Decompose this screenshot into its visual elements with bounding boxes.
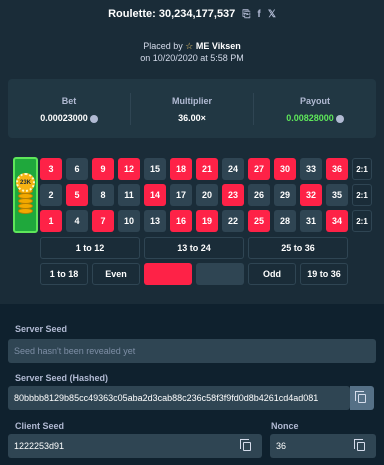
multiplier-label: Multiplier [172,96,212,106]
number-cell-32[interactable]: 32 [300,184,322,206]
number-cell-36[interactable]: 36 [326,158,348,180]
number-cell-14[interactable]: 14 [144,184,166,206]
column-bet-2[interactable]: 2:1 [352,184,372,206]
dozen-1-button[interactable]: 1 to 12 [40,237,140,259]
number-cell-9[interactable]: 9 [92,158,114,180]
number-cell-18[interactable]: 18 [170,158,192,180]
nonce-label: Nonce [271,421,299,431]
even-button[interactable]: Even [92,263,140,285]
multiplier-value: 36.00× [178,113,206,123]
placed-by-prefix: Placed by [143,41,183,51]
number-cell-15[interactable]: 15 [144,158,166,180]
column-bet-3[interactable]: 2:1 [352,210,372,232]
server-seed-label: Server Seed [15,324,68,334]
stats-box: Bet 0.00023000 Multiplier 36.00× Payout … [8,79,376,138]
dozen-2-button[interactable]: 13 to 24 [144,237,244,259]
black-button[interactable] [196,263,244,285]
number-cell-2[interactable]: 2 [40,184,62,206]
copy-client-seed-button[interactable] [236,434,258,458]
payout-value: 0.00828000 [286,113,334,123]
number-cell-24[interactable]: 24 [222,158,244,180]
number-cell-28[interactable]: 28 [274,210,296,232]
star-icon: ☆ [185,41,194,51]
bet-value: 0.00023000 [40,113,88,123]
number-cell-23[interactable]: 23 [222,184,244,206]
multiplier-stat: Multiplier 36.00× [131,79,253,138]
coin-icon [335,114,344,123]
number-cell-22[interactable]: 22 [222,210,244,232]
number-cell-20[interactable]: 20 [196,184,218,206]
bet-title-row: Roulette: 30,234,177,537 ⎘ f 𝕏 [0,8,384,20]
twitter-icon[interactable]: 𝕏 [268,9,276,20]
number-cell-19[interactable]: 19 [196,210,218,232]
number-cell-25[interactable]: 25 [248,210,270,232]
bet-value-row: 0.00023000 [8,113,130,123]
chip-icon: 23K [16,173,35,192]
bet-stat: Bet 0.00023000 [8,79,130,138]
number-cell-21[interactable]: 21 [196,158,218,180]
number-cell-3[interactable]: 3 [40,158,62,180]
column-bet-1[interactable]: 2:1 [352,158,372,180]
number-cell-34[interactable]: 34 [326,210,348,232]
server-seed-field: Seed hasn't been revealed yet [8,339,376,363]
copy-nonce-button[interactable] [350,434,372,458]
server-seed-hashed-field[interactable]: 80bbbb8129b85cc49363c05aba2d3cab88c236c5… [8,386,350,410]
number-cell-4[interactable]: 4 [66,210,88,232]
bet-details-panel: Roulette: 30,234,177,537 ⎘ f 𝕏 Placed by… [0,0,384,304]
number-cell-31[interactable]: 31 [300,210,322,232]
number-cell-16[interactable]: 16 [170,210,192,232]
placed-by-line: Placed by ☆ ME Viksen [0,41,384,52]
number-cell-5[interactable]: 5 [66,184,88,206]
copy-icon [354,438,365,451]
bet-date: on 10/20/2020 at 5:58 PM [140,53,244,63]
number-cell-29[interactable]: 29 [274,184,296,206]
low-button[interactable]: 1 to 18 [40,263,88,285]
dozen-3-button[interactable]: 25 to 36 [248,237,348,259]
number-cell-1[interactable]: 1 [40,210,62,232]
payout-stat: Payout 0.00828000 [254,79,376,138]
facebook-icon[interactable]: f [257,9,260,20]
coin-icon [89,114,98,123]
red-button[interactable] [144,263,192,285]
client-seed-field[interactable]: 1222253d91 [8,434,262,458]
copy-hashed-button[interactable] [350,386,374,410]
payout-value-row: 0.00828000 [254,113,376,123]
odd-button[interactable]: Odd [248,263,296,285]
number-cell-30[interactable]: 30 [274,158,296,180]
number-cell-8[interactable]: 8 [92,184,114,206]
number-cell-26[interactable]: 26 [248,184,270,206]
nonce-value: 36 [276,441,287,451]
number-cell-11[interactable]: 11 [118,184,140,206]
number-cell-7[interactable]: 7 [92,210,114,232]
number-cell-17[interactable]: 17 [170,184,192,206]
user-name[interactable]: ME Viksen [196,41,241,51]
client-seed-value: 1222253d91 [14,441,65,451]
payout-label: Payout [299,96,330,106]
chip-amount: 23K [19,179,31,186]
number-cell-10[interactable]: 10 [118,210,140,232]
number-cell-33[interactable]: 33 [300,158,322,180]
number-cell-27[interactable]: 27 [248,158,270,180]
number-cell-35[interactable]: 35 [326,184,348,206]
server-seed-hashed-label: Server Seed (Hashed) [15,373,109,383]
zero-cell[interactable]: 23K [13,157,38,233]
number-cell-6[interactable]: 6 [66,158,88,180]
provably-fair-panel: Server Seed Seed hasn't been revealed ye… [0,304,384,465]
bet-label: Bet [61,96,77,106]
number-cell-13[interactable]: 13 [144,210,166,232]
number-cell-12[interactable]: 12 [118,158,140,180]
client-seed-label: Client Seed [15,421,65,431]
copy-icon [355,390,366,403]
bet-title: Roulette: 30,234,177,537 [108,8,236,20]
high-button[interactable]: 19 to 36 [300,263,348,285]
copy-icon[interactable]: ⎘ [242,9,250,20]
copy-icon [240,438,251,451]
